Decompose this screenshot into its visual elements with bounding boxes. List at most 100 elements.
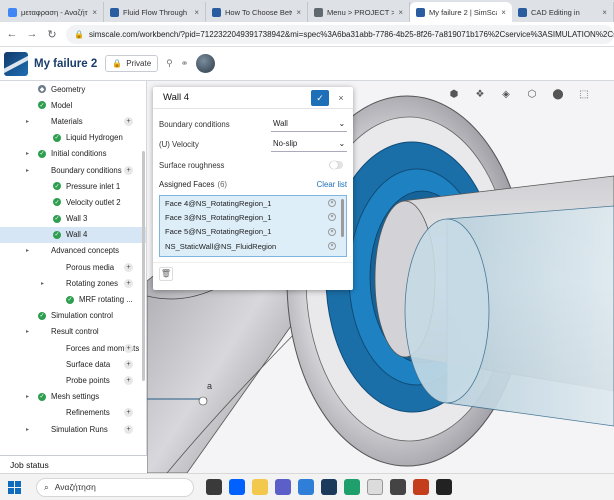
remove-icon[interactable]: × [328, 213, 336, 222]
close-icon[interactable]: × [296, 8, 301, 17]
close-icon[interactable]: × [92, 8, 97, 17]
boundary-type-select[interactable]: Wall ⌄ [271, 117, 347, 132]
tree-item[interactable]: ▸ Advanced concepts [0, 243, 146, 259]
tree-item[interactable]: ✓ MRF rotating ... [0, 291, 146, 307]
tree-item[interactable]: ◆ Geometry [0, 81, 146, 97]
tree-item[interactable]: Forces and moments + [0, 340, 146, 356]
view-faces-icon[interactable]: ⬡ [526, 89, 538, 100]
chevron-right-icon[interactable]: ▸ [26, 118, 34, 125]
tree-item[interactable]: Porous media + [0, 259, 146, 275]
assigned-face-item[interactable]: Face 5@NS_RotatingRegion_1 × [160, 225, 346, 239]
windows-taskbar: ⌕ Αναζήτηση [0, 473, 614, 500]
dropbox-icon[interactable] [229, 479, 245, 495]
back-icon[interactable]: ← [6, 28, 18, 40]
view-solid-icon[interactable]: ◈ [500, 89, 512, 100]
browser-tab[interactable]: Fluid Flow Through × [104, 2, 206, 22]
private-badge[interactable]: 🔒 Private [105, 55, 159, 72]
remove-icon[interactable]: × [328, 227, 336, 236]
tree-item[interactable]: Surface data + [0, 356, 146, 372]
avatar[interactable] [196, 54, 216, 73]
confirm-button[interactable]: ✓ [311, 89, 329, 106]
tree-item[interactable]: Probe points + [0, 372, 146, 388]
add-icon[interactable]: + [124, 408, 133, 418]
reload-icon[interactable]: ↻ [46, 28, 58, 41]
tree-item[interactable]: ✓ Velocity outlet 2 [0, 194, 146, 210]
tree-item[interactable]: ✓ Simulation control [0, 308, 146, 324]
tree-item[interactable]: ▸ ✓ Initial conditions [0, 146, 146, 162]
clear-list-link[interactable]: Clear list [317, 180, 347, 189]
windows-start-icon[interactable] [8, 480, 30, 494]
browser-tab[interactable]: μεταφραση - Αναζήτ × [2, 2, 104, 22]
add-icon[interactable]: + [124, 424, 133, 434]
roughness-toggle[interactable] [329, 161, 343, 169]
terminal-icon[interactable] [436, 479, 452, 495]
tree-item[interactable]: ✓ Wall 4 [0, 226, 146, 243]
chevron-right-icon[interactable]: ▸ [26, 393, 34, 400]
add-icon[interactable]: + [124, 359, 133, 369]
tree-item[interactable]: ✓ Pressure inlet 1 [0, 178, 146, 194]
tree-item[interactable]: ✓ Liquid Hydrogen [0, 130, 146, 146]
close-icon[interactable]: × [501, 8, 506, 17]
powerpoint-icon[interactable] [413, 479, 429, 495]
add-icon[interactable]: + [124, 375, 133, 385]
job-status-bar[interactable]: Job status [0, 455, 147, 473]
tree-item[interactable]: ▸ Materials + [0, 113, 146, 129]
add-icon[interactable]: + [124, 262, 133, 272]
simscale-logo[interactable] [4, 51, 28, 76]
velocity-select[interactable]: No-slip ⌄ [271, 137, 347, 152]
url-field[interactable]: 🔒 simscale.com/workbench/?pid=7122322049… [66, 24, 614, 44]
file-manager-icon[interactable] [206, 479, 222, 495]
taskbar-search[interactable]: ⌕ Αναζήτηση [36, 477, 194, 497]
chevron-right-icon[interactable]: ▸ [26, 328, 34, 335]
chevron-right-icon[interactable]: ▸ [41, 280, 49, 287]
pin-icon[interactable]: ⬤ [552, 89, 564, 100]
add-icon[interactable]: + [124, 343, 133, 353]
tree-item[interactable]: ▸ Rotating zones + [0, 275, 146, 291]
close-icon[interactable]: × [194, 8, 199, 17]
close-icon[interactable]: × [335, 93, 347, 103]
remove-icon[interactable]: × [328, 242, 336, 251]
browser-tab[interactable]: Menu > PROJECT > × [308, 2, 410, 22]
tree-item[interactable]: ✓ Wall 3 [0, 211, 146, 227]
teams-icon[interactable] [275, 479, 291, 495]
chevron-right-icon[interactable]: ▸ [26, 426, 34, 433]
faces-scrollbar[interactable] [341, 199, 344, 237]
assigned-faces-list[interactable]: Face 4@NS_RotatingRegion_1 × Face 3@NS_Rot… [159, 195, 347, 257]
link-icon[interactable]: ⚭ [181, 58, 189, 69]
forward-icon[interactable]: → [26, 28, 38, 40]
edge-icon[interactable] [344, 479, 360, 495]
box-select-icon[interactable]: ⬚ [578, 89, 590, 100]
add-icon[interactable]: + [124, 165, 133, 175]
delete-icon[interactable]: 🗑 [159, 267, 173, 281]
media-icon[interactable] [390, 479, 406, 495]
app-icon[interactable] [321, 479, 337, 495]
close-icon[interactable]: × [398, 8, 403, 17]
browser-tab[interactable]: My failure 2 | SimSca × [410, 2, 512, 22]
remove-icon[interactable]: × [328, 199, 336, 208]
tree-item[interactable]: ▸ Result control [0, 324, 146, 340]
tree-item[interactable]: ▸ Simulation Runs + [0, 421, 146, 437]
tree-item[interactable]: ▸ ✓ Mesh settings [0, 389, 146, 405]
tree-item[interactable]: ✓ Model [0, 97, 146, 113]
tree-scrollbar[interactable] [142, 151, 145, 381]
chevron-right-icon[interactable]: ▸ [26, 150, 34, 157]
share-icon[interactable]: ⚲ [166, 58, 173, 69]
assigned-face-item[interactable]: Face 4@NS_RotatingRegion_1 × [160, 196, 346, 210]
project-title: My failure 2 [34, 57, 98, 70]
chevron-right-icon[interactable]: ▸ [26, 247, 34, 254]
assigned-face-item[interactable]: NS_StaticWall@NS_FluidRegion × [160, 239, 346, 253]
chrome-icon[interactable] [367, 479, 383, 495]
chevron-right-icon[interactable]: ▸ [26, 167, 34, 174]
folder-icon[interactable] [252, 479, 268, 495]
add-icon[interactable]: + [124, 278, 133, 288]
view-iso-icon[interactable]: ❖ [474, 89, 486, 100]
browser-tab[interactable]: How To Choose Betw × [206, 2, 308, 22]
add-icon[interactable]: + [124, 116, 133, 126]
close-icon[interactable]: × [602, 8, 607, 17]
store-icon[interactable] [298, 479, 314, 495]
tree-item[interactable]: Refinements + [0, 405, 146, 421]
browser-tab[interactable]: CAD Editing in × [512, 2, 614, 22]
cube-icon[interactable]: ⬢ [448, 89, 460, 100]
assigned-face-item[interactable]: Face 3@NS_RotatingRegion_1 × [160, 210, 346, 224]
tree-item[interactable]: ▸ Boundary conditions + [0, 162, 146, 178]
